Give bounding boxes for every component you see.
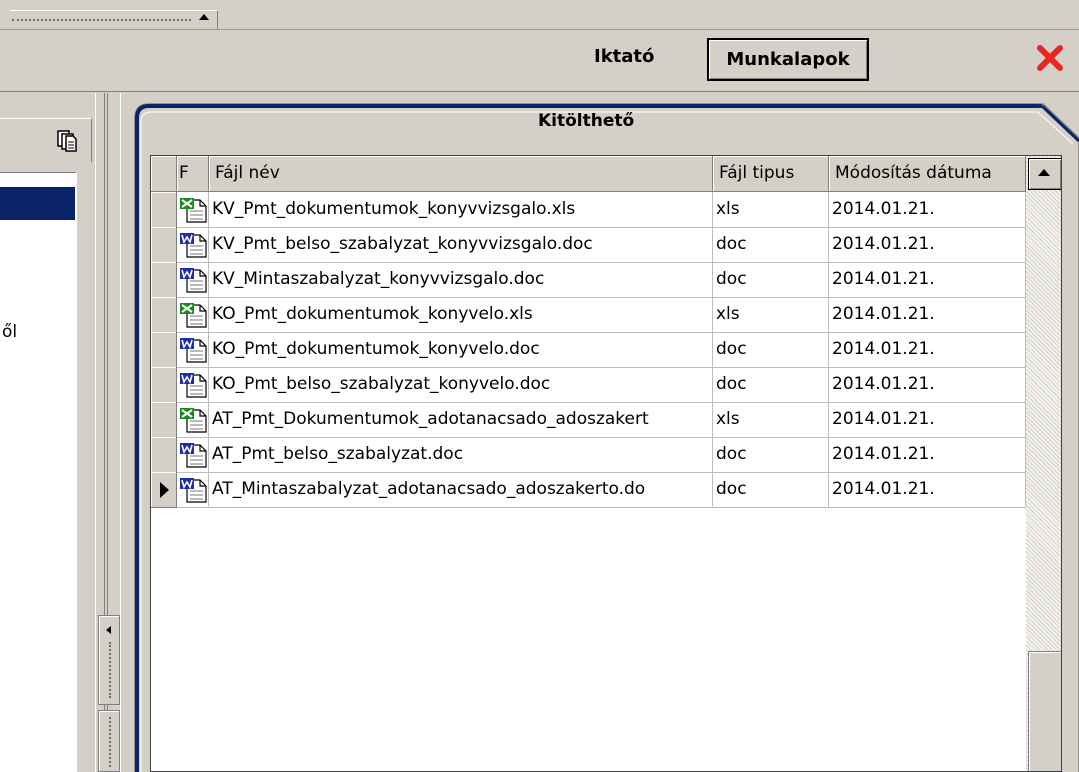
file-type-cell[interactable]: xls — [713, 192, 829, 228]
row-indicator[interactable] — [151, 262, 177, 298]
row-indicator[interactable] — [151, 367, 177, 403]
collapse-left-button[interactable] — [98, 615, 120, 705]
triangle-up-icon[interactable] — [199, 14, 209, 20]
tab-iktato[interactable]: Iktató — [594, 46, 654, 67]
column-header-type[interactable]: Fájl tipus — [713, 156, 829, 192]
collapsed-panel-handle[interactable] — [10, 10, 218, 30]
triangle-left-icon — [106, 626, 111, 634]
file-type-cell[interactable]: xls — [713, 402, 829, 438]
word-file-icon — [179, 442, 209, 468]
excel-file-icon — [179, 197, 209, 223]
tab-munkalapok-label: Munkalapok — [726, 49, 850, 70]
header-indicator-cell — [151, 156, 177, 192]
word-file-icon — [179, 337, 209, 363]
column-header-date[interactable]: Módosítás dátuma — [829, 156, 1026, 192]
word-file-icon — [179, 267, 209, 293]
file-type-cell[interactable]: xls — [713, 297, 829, 333]
current-row-arrow-icon — [160, 482, 169, 498]
file-name-cell[interactable]: AT_Pmt_Dokumentumok_adotanacsado_adoszak… — [209, 402, 713, 438]
left-list-selected-item[interactable] — [0, 187, 75, 220]
file-name-cell[interactable]: KO_Pmt_dokumentumok_konyvelo.xls — [209, 297, 713, 333]
row-indicator[interactable] — [151, 192, 177, 228]
left-list-item-text: ől — [2, 322, 18, 342]
modified-date-cell[interactable]: 2014.01.21. — [829, 402, 1026, 438]
file-name-cell[interactable]: AT_Mintaszabalyzat_adotanacsado_adoszake… — [209, 472, 713, 508]
table-row[interactable]: AT_Mintaszabalyzat_adotanacsado_adoszake… — [151, 472, 1026, 508]
scroll-thumb[interactable] — [1028, 651, 1061, 771]
modified-date-cell[interactable]: 2014.01.21. — [829, 472, 1026, 508]
column-header-flag[interactable]: F — [177, 156, 209, 192]
file-name-cell[interactable]: KV_Pmt_belso_szabalyzat_konyvvizsgalo.do… — [209, 227, 713, 263]
panel-title: Kitölthető — [538, 111, 635, 131]
file-name-cell[interactable]: KV_Pmt_dokumentumok_konyvvizsgalo.xls — [209, 192, 713, 228]
dotted-grip — [109, 642, 111, 698]
modified-date-cell[interactable]: 2014.01.21. — [829, 192, 1026, 228]
table-row[interactable]: KO_Pmt_dokumentumok_konyvelo.doc doc 2014.… — [151, 332, 1026, 368]
file-name-cell[interactable]: KO_Pmt_dokumentumok_konyvelo.doc — [209, 332, 713, 368]
row-indicator[interactable] — [151, 472, 177, 508]
row-indicator[interactable] — [151, 297, 177, 333]
file-type-cell[interactable]: doc — [713, 227, 829, 263]
row-indicator[interactable] — [151, 402, 177, 438]
tab-munkalapok[interactable]: Munkalapok — [707, 38, 869, 81]
splitter-grip[interactable] — [98, 710, 120, 772]
table-row[interactable]: KO_Pmt_belso_szabalyzat_konyvelo.doc doc 2… — [151, 367, 1026, 403]
modified-date-cell[interactable]: 2014.01.21. — [829, 262, 1026, 298]
word-file-icon — [179, 372, 209, 398]
modified-date-cell[interactable]: 2014.01.21. — [829, 332, 1026, 368]
table-row[interactable]: KV_Mintaszabalyzat_konyvvizsgalo.doc doc 2… — [151, 262, 1026, 298]
excel-file-icon — [179, 302, 209, 328]
dotted-grip — [109, 717, 111, 767]
column-header-name[interactable]: Fájl név — [209, 156, 713, 192]
vertical-scrollbar[interactable] — [1026, 156, 1061, 771]
file-type-cell[interactable]: doc — [713, 367, 829, 403]
word-file-icon — [179, 232, 209, 258]
table-row[interactable]: KO_Pmt_dokumentumok_konyvelo.xls xls 2014.… — [151, 297, 1026, 333]
dotted-grip — [12, 19, 191, 21]
word-file-icon — [179, 477, 209, 503]
table-row[interactable]: KV_Pmt_belso_szabalyzat_konyvvizsgalo.do… — [151, 227, 1026, 263]
modified-date-cell[interactable]: 2014.01.21. — [829, 437, 1026, 473]
row-indicator[interactable] — [151, 227, 177, 263]
modified-date-cell[interactable]: 2014.01.21. — [829, 297, 1026, 333]
file-name-cell[interactable]: KO_Pmt_belso_szabalyzat_konyvelo.doc — [209, 367, 713, 403]
file-type-cell[interactable]: doc — [713, 262, 829, 298]
row-indicator[interactable] — [151, 437, 177, 473]
grid-header-row: F Fájl név Fájl tipus Módosítás dátuma — [151, 156, 1026, 192]
file-name-cell[interactable]: KV_Mintaszabalyzat_konyvvizsgalo.doc — [209, 262, 713, 298]
file-type-cell[interactable]: doc — [713, 472, 829, 508]
copy-pages-icon[interactable] — [57, 130, 77, 152]
close-icon[interactable] — [1036, 44, 1064, 72]
table-row[interactable]: AT_Pmt_Dokumentumok_adotanacsado_adoszak… — [151, 402, 1026, 438]
file-name-cell[interactable]: AT_Pmt_belso_szabalyzat.doc — [209, 437, 713, 473]
header-bar — [0, 30, 1079, 92]
modified-date-cell[interactable]: 2014.01.21. — [829, 367, 1026, 403]
scroll-up-button[interactable] — [1028, 158, 1061, 190]
table-row[interactable]: AT_Pmt_belso_szabalyzat.doc doc 2014.01.21… — [151, 437, 1026, 473]
triangle-up-icon — [1038, 169, 1050, 176]
left-panel-edge — [76, 172, 93, 772]
file-type-cell[interactable]: doc — [713, 437, 829, 473]
modified-date-cell[interactable]: 2014.01.21. — [829, 227, 1026, 263]
left-panel-toolbar — [0, 118, 92, 162]
file-grid[interactable]: F Fájl név Fájl tipus Módosítás dátuma K… — [150, 155, 1062, 772]
table-row[interactable]: KV_Pmt_dokumentumok_konyvvizsgalo.xls xls… — [151, 192, 1026, 228]
excel-file-icon — [179, 407, 209, 433]
file-type-cell[interactable]: doc — [713, 332, 829, 368]
row-indicator[interactable] — [151, 332, 177, 368]
